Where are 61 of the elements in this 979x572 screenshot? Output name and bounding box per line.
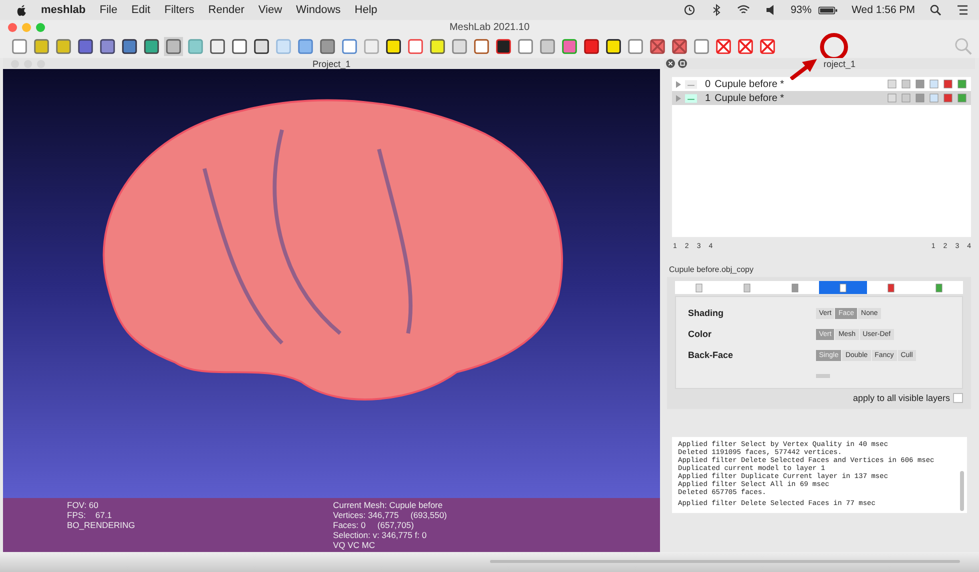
render-mode-icon bbox=[742, 282, 752, 292]
apply-label: apply to all visible layers bbox=[852, 393, 950, 403]
delete-icon[interactable] bbox=[648, 36, 667, 56]
list-icon[interactable] bbox=[956, 4, 969, 16]
close-icon[interactable] bbox=[666, 59, 675, 68]
cross-icon[interactable] bbox=[758, 36, 777, 56]
render-tab[interactable] bbox=[819, 281, 867, 294]
render-mode-icon bbox=[886, 282, 896, 292]
cross-icon[interactable] bbox=[736, 36, 755, 56]
clock-icon[interactable] bbox=[682, 4, 696, 16]
apply-checkbox[interactable] bbox=[953, 393, 963, 403]
render-mode-icon bbox=[790, 282, 800, 292]
layer-index: 0 bbox=[705, 78, 711, 90]
search-icon[interactable] bbox=[929, 4, 942, 16]
zoom-button[interactable] bbox=[36, 22, 45, 32]
menu-item[interactable]: Help bbox=[354, 4, 378, 16]
layer-name: Cupule before * bbox=[714, 92, 784, 104]
mesh-info-text: Vertices: 346,775 (693,550) bbox=[333, 510, 448, 520]
pointer-arrow bbox=[790, 58, 818, 80]
mesh-info-text: Faces: 0 (657,705) bbox=[333, 520, 415, 530]
menu-item[interactable]: Filters bbox=[164, 4, 194, 16]
render-mode-icon bbox=[694, 282, 704, 292]
apple-icon[interactable] bbox=[16, 4, 27, 16]
viewport-info-text: BO_RENDERING bbox=[67, 520, 136, 530]
mesh-info-text: Selection: v: 346,775 f: 0 bbox=[333, 530, 428, 540]
mesh-info-text: VQ VC MC bbox=[333, 540, 376, 550]
menu-item[interactable]: File bbox=[100, 4, 118, 16]
cross-icon[interactable] bbox=[714, 36, 733, 56]
mesh-thumbnail-icon[interactable] bbox=[685, 80, 697, 88]
layer-row[interactable]: 1 Cupule before * bbox=[672, 91, 971, 105]
menu-item[interactable]: View bbox=[258, 4, 282, 16]
viewport-info-text: FOV: 60 bbox=[67, 500, 100, 510]
viewport-title: Project_1 bbox=[311, 58, 352, 68]
mesh-name-label: Cupule before.obj_copy bbox=[668, 264, 755, 276]
3d-viewport[interactable]: FOV: 60 FPS: 67.1 BO_RENDERING Current Mesh: Cupule before Vertices: 346,775 (693,550) Faces: 0 (657,705) Selection: v: 346,775 f: 0 VQ VC MC bbox=[3, 69, 660, 552]
option-label: Shading bbox=[688, 308, 724, 318]
render-mode-icon bbox=[838, 282, 848, 292]
layer-name: Cupule before * bbox=[714, 78, 784, 90]
option-label: Back-Face bbox=[688, 350, 734, 360]
option-label: Color bbox=[688, 329, 712, 339]
mesh-thumbnail-icon[interactable] bbox=[685, 94, 697, 102]
menu-item[interactable]: Render bbox=[208, 4, 244, 16]
wifi-icon[interactable] bbox=[736, 4, 750, 16]
layer-row[interactable]: 0 Cupule before * bbox=[672, 77, 971, 91]
float-icon[interactable] bbox=[678, 59, 687, 68]
slider-handle[interactable] bbox=[816, 374, 830, 378]
menu-item[interactable]: Windows bbox=[296, 4, 341, 16]
window-title: MeshLab 2021.10 bbox=[448, 22, 531, 32]
menu-item[interactable]: Edit bbox=[131, 4, 150, 16]
close-button[interactable] bbox=[8, 22, 17, 32]
battery-percent: 93% bbox=[790, 4, 812, 16]
app-menu[interactable]: meshlab bbox=[41, 4, 86, 16]
layers-title: roject_1 bbox=[822, 58, 857, 68]
delete-icon[interactable] bbox=[670, 36, 689, 56]
mesh-info-text: Current Mesh: Cupule before bbox=[333, 500, 444, 510]
render-mode-icon bbox=[934, 282, 944, 292]
menubar-clock[interactable]: Wed 1:56 PM bbox=[852, 4, 915, 16]
scrollbar-thumb[interactable] bbox=[960, 471, 964, 511]
viewport-info-text: FPS: 67.1 bbox=[67, 510, 113, 520]
battery-icon[interactable] bbox=[818, 4, 838, 16]
layer-index: 1 bbox=[705, 92, 711, 104]
